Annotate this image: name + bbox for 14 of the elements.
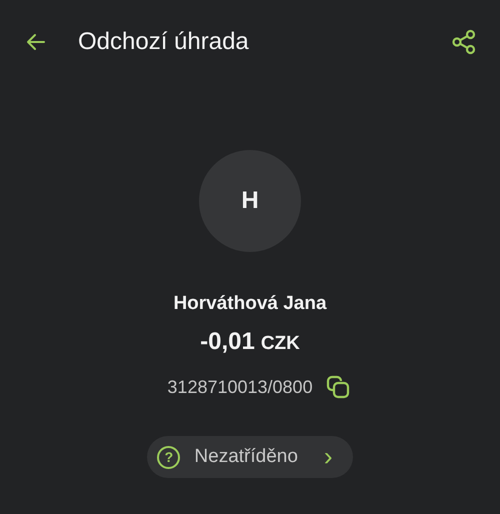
help-circle-icon: ? [157, 446, 180, 468]
share-button[interactable] [450, 28, 478, 56]
chevron-icon: › [324, 442, 333, 472]
currency-code: CZK [260, 333, 300, 355]
category-label: Nezatříděno [194, 446, 298, 468]
counterparty-name: Horváthová Jana [173, 293, 327, 315]
account-number: 3128710013/0800 [167, 376, 313, 398]
share-icon [450, 28, 478, 56]
category-chip[interactable]: ? Nezatříděno › [147, 436, 353, 478]
amount-value: -0,01 [200, 328, 255, 356]
avatar-initial: H [241, 187, 259, 215]
copy-button[interactable] [324, 374, 351, 400]
copy-icon [324, 374, 351, 400]
screen-title: Odchozí úhrada [78, 28, 250, 56]
